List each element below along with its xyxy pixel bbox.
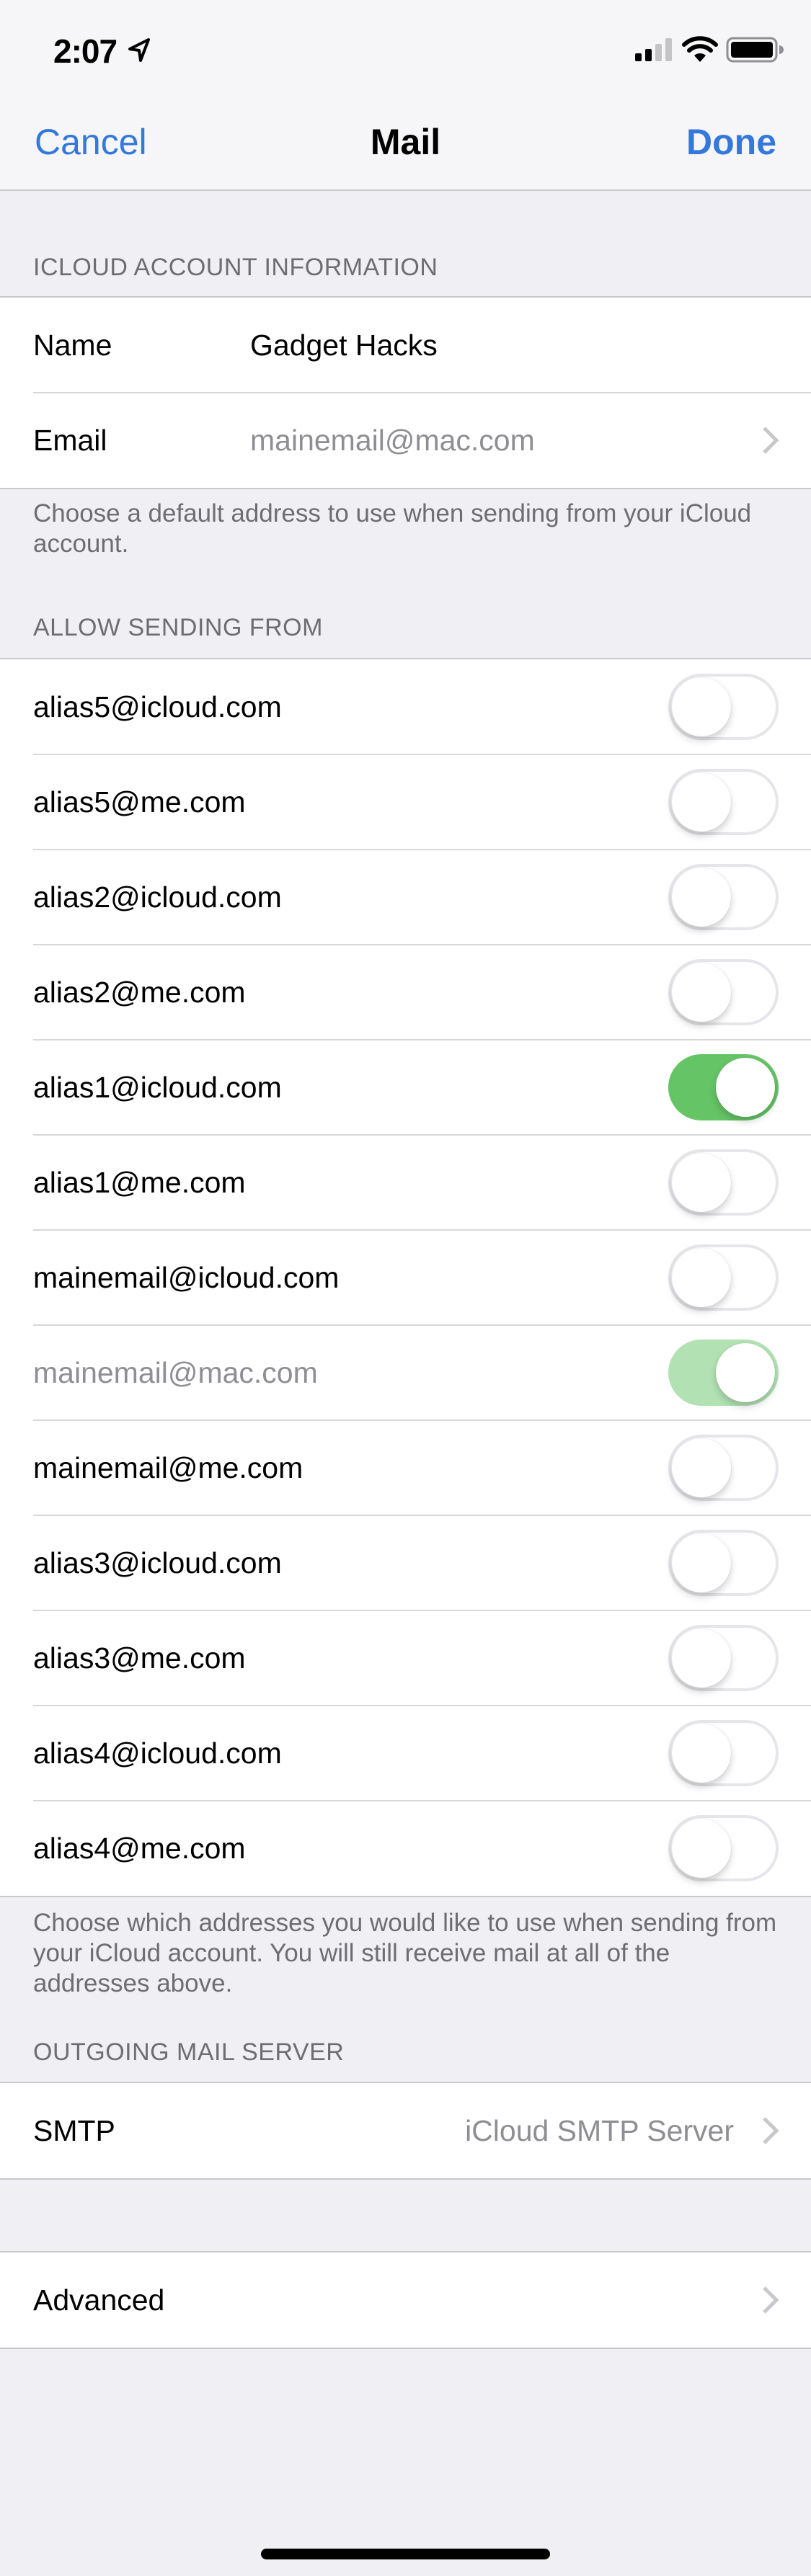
address-toggle[interactable]	[668, 864, 779, 930]
address-toggle[interactable]	[668, 1530, 779, 1596]
address-label: alias5@me.com	[33, 785, 246, 819]
location-arrow-icon	[128, 38, 150, 62]
navigation-bar: 2:07 Cancel Mail Done	[0, 0, 811, 191]
section-header-outgoing: OUTGOING MAIL SERVER	[33, 2038, 345, 2066]
section-header-account: ICLOUD ACCOUNT INFORMATION	[33, 254, 438, 281]
address-label: alias1@me.com	[33, 1165, 246, 1199]
home-indicator[interactable]	[261, 2549, 550, 2559]
wifi-icon	[682, 36, 718, 62]
address-toggle[interactable]	[668, 1149, 779, 1216]
address-toggle[interactable]	[668, 1435, 779, 1501]
address-toggle[interactable]	[668, 1244, 779, 1311]
email-row[interactable]: Email mainemail@mac.com	[0, 392, 811, 488]
advanced-row[interactable]: Advanced	[0, 2252, 811, 2348]
address-row: alias2@icloud.com	[0, 849, 811, 945]
address-label: alias2@icloud.com	[33, 880, 282, 914]
smtp-value: iCloud SMTP Server	[465, 2113, 734, 2147]
smtp-label: SMTP	[33, 2113, 115, 2147]
sending-footer-text: Choose which addresses you would like to…	[33, 1909, 777, 1997]
address-toggle[interactable]	[668, 1720, 779, 1786]
address-row: alias3@me.com	[0, 1610, 811, 1706]
address-label: alias1@icloud.com	[33, 1070, 282, 1104]
address-row: alias2@me.com	[0, 944, 811, 1040]
name-label: Name	[33, 328, 112, 362]
address-label: alias2@me.com	[33, 975, 246, 1009]
address-row: alias5@me.com	[0, 754, 811, 850]
address-row: alias4@icloud.com	[0, 1705, 811, 1801]
address-toggle[interactable]	[668, 959, 779, 1025]
status-time: 2:07	[53, 32, 118, 70]
address-label: alias5@icloud.com	[33, 690, 282, 723]
address-label: mainemail@mac.com	[33, 1355, 318, 1389]
section-header-sending: ALLOW SENDING FROM	[33, 614, 323, 641]
advanced-label: Advanced	[33, 2283, 165, 2317]
toggle-knob	[672, 868, 731, 927]
address-label: alias4@icloud.com	[33, 1736, 282, 1770]
address-row: mainemail@mac.com	[0, 1324, 811, 1420]
address-toggle[interactable]	[668, 674, 779, 740]
address-label: mainemail@me.com	[33, 1450, 303, 1484]
toggle-knob	[672, 1724, 731, 1783]
address-row: alias4@me.com	[0, 1800, 811, 1896]
toggle-knob	[672, 1153, 731, 1212]
email-label: Email	[33, 423, 107, 457]
chevron-right-icon	[763, 2117, 779, 2144]
address-row: alias1@icloud.com	[0, 1039, 811, 1135]
address-label: mainemail@icloud.com	[33, 1260, 340, 1294]
address-label: alias3@me.com	[33, 1641, 246, 1675]
address-row: alias1@me.com	[0, 1134, 811, 1230]
outgoing-server-group: SMTP iCloud SMTP Server	[0, 2082, 811, 2180]
address-toggle	[668, 1340, 779, 1406]
toggle-knob	[672, 1248, 731, 1307]
chevron-right-icon	[763, 2286, 779, 2314]
address-label: alias3@icloud.com	[33, 1546, 282, 1579]
toggle-knob	[716, 1343, 775, 1402]
address-row: mainemail@icloud.com	[0, 1229, 811, 1325]
email-value: mainemail@mac.com	[250, 423, 535, 457]
sending-addresses-list: alias5@icloud.com alias5@me.com alias2@icl…	[0, 658, 811, 1897]
account-footer-text: Choose a default address to use when sen…	[33, 499, 752, 558]
toggle-knob	[672, 1533, 731, 1592]
done-button[interactable]: Done	[686, 121, 776, 163]
signal-bar	[655, 44, 662, 61]
signal-bar	[665, 38, 672, 61]
smtp-row[interactable]: SMTP iCloud SMTP Server	[0, 2083, 811, 2178]
signal-bar	[645, 49, 652, 61]
address-row: mainemail@me.com	[0, 1420, 811, 1515]
chevron-right-icon	[763, 427, 779, 454]
account-info-group: Name Gadget Hacks Email mainemail@mac.co…	[0, 296, 811, 489]
toggle-knob	[672, 1438, 731, 1497]
toggle-knob	[672, 963, 731, 1022]
address-row: alias5@icloud.com	[0, 659, 811, 754]
signal-bar	[635, 53, 642, 61]
address-toggle[interactable]	[668, 769, 779, 835]
address-toggle[interactable]	[668, 1054, 779, 1120]
toggle-knob	[672, 772, 731, 832]
address-label: alias4@me.com	[33, 1831, 246, 1865]
address-row: alias3@icloud.com	[0, 1515, 811, 1610]
advanced-group: Advanced	[0, 2251, 811, 2349]
toggle-knob	[716, 1058, 775, 1117]
battery-icon	[726, 37, 784, 63]
address-toggle[interactable]	[668, 1815, 779, 1881]
name-value[interactable]: Gadget Hacks	[250, 329, 438, 362]
name-row[interactable]: Name Gadget Hacks	[0, 298, 811, 393]
address-toggle[interactable]	[668, 1625, 779, 1691]
toggle-knob	[672, 677, 731, 736]
signal-strength-icon	[635, 38, 672, 61]
toggle-knob	[672, 1819, 731, 1878]
toggle-knob	[672, 1628, 731, 1688]
